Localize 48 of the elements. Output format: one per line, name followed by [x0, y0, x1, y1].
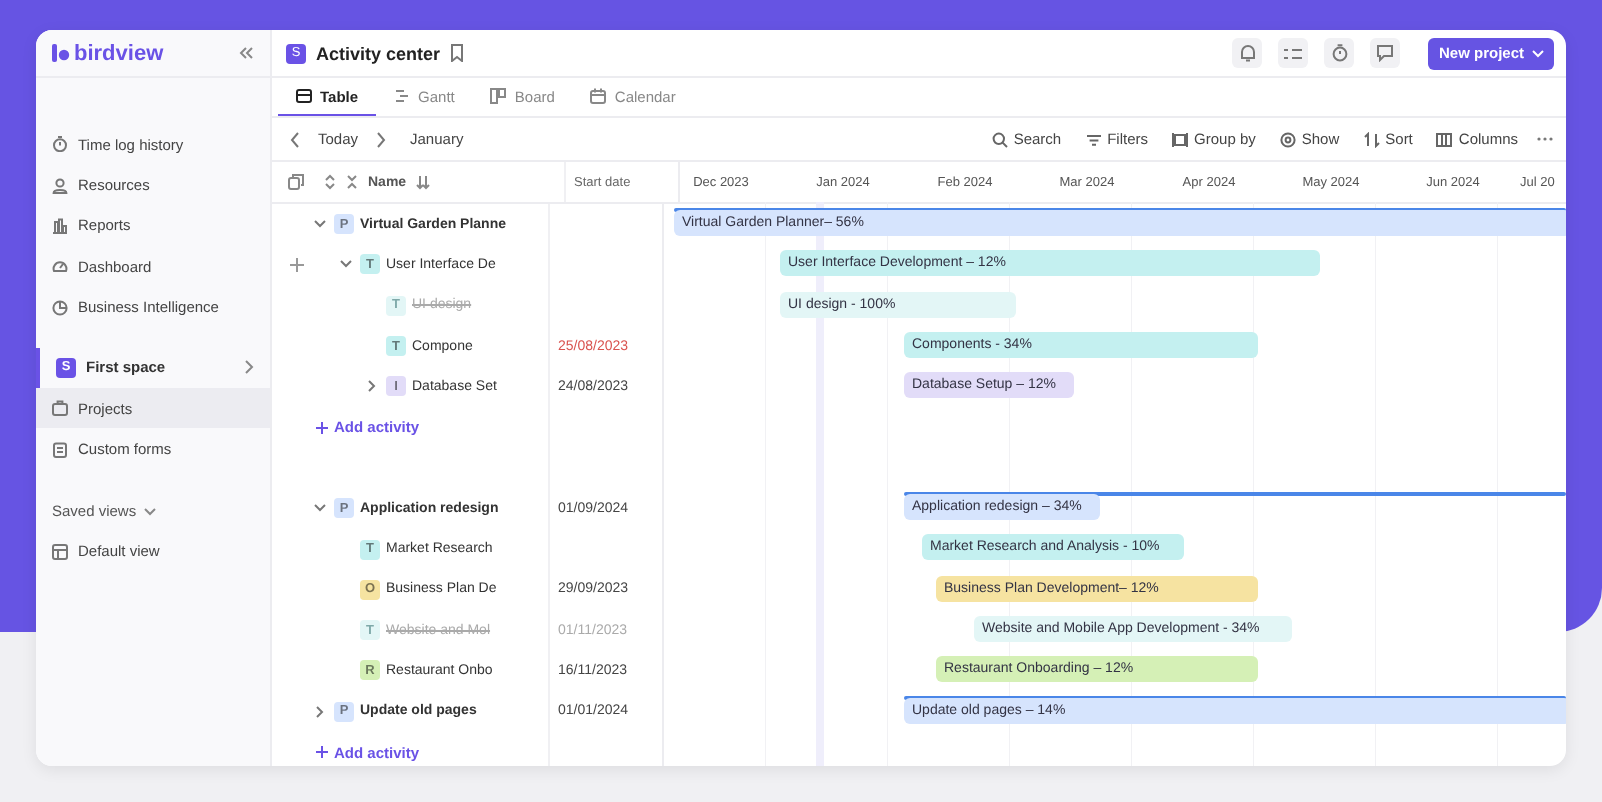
bell-icon [1239, 44, 1256, 62]
chevron-down-icon[interactable] [314, 504, 326, 513]
chevron-right-icon[interactable] [314, 705, 326, 718]
copy-icon[interactable] [288, 174, 304, 190]
gantt-icon [394, 88, 411, 104]
notifications-button[interactable] [1232, 38, 1263, 68]
bar-chart-icon [52, 217, 68, 234]
timer-icon [1331, 44, 1348, 62]
board-icon [490, 88, 507, 104]
collapse-all-icon[interactable] [346, 174, 358, 190]
more-icon[interactable] [1536, 136, 1554, 142]
chat-icon [1376, 44, 1395, 62]
calendar-icon [590, 88, 607, 104]
briefcase-icon [52, 400, 68, 417]
chevron-down-icon[interactable] [340, 260, 352, 269]
eye-icon [1279, 131, 1296, 147]
chevron-right-icon [244, 360, 254, 375]
list-button[interactable] [1278, 38, 1309, 68]
add-icon[interactable] [290, 258, 304, 273]
chevron-down-icon[interactable] [314, 220, 326, 229]
timer-icon [52, 136, 68, 153]
group-icon [1172, 131, 1189, 147]
next-icon[interactable] [376, 131, 387, 147]
page-title: Activity center [316, 43, 441, 63]
table-icon [296, 88, 312, 104]
chevron-right-icon[interactable] [366, 380, 378, 393]
gauge-icon [52, 258, 68, 275]
search-icon [991, 131, 1008, 147]
person-icon [52, 177, 68, 194]
sort-icon[interactable] [416, 175, 431, 189]
form-icon [52, 441, 68, 458]
grid-icon [52, 543, 68, 560]
collapse-icon[interactable] [238, 46, 254, 60]
plus-icon [316, 421, 328, 434]
sort-icon [1363, 131, 1380, 147]
bookmark-icon[interactable] [450, 44, 465, 62]
plus-icon [316, 746, 328, 758]
list-icon [1284, 47, 1303, 59]
columns-icon [1436, 131, 1453, 147]
chevron-down-icon [1532, 49, 1544, 57]
chat-button[interactable] [1370, 38, 1401, 68]
timer-button[interactable] [1324, 38, 1355, 68]
filter-icon [1085, 131, 1102, 147]
expand-all-icon[interactable] [324, 174, 336, 190]
pie-chart-icon [52, 299, 68, 316]
chevron-down-icon [144, 507, 157, 516]
logo[interactable]: birdview [52, 41, 164, 65]
previous-icon[interactable] [290, 131, 300, 147]
